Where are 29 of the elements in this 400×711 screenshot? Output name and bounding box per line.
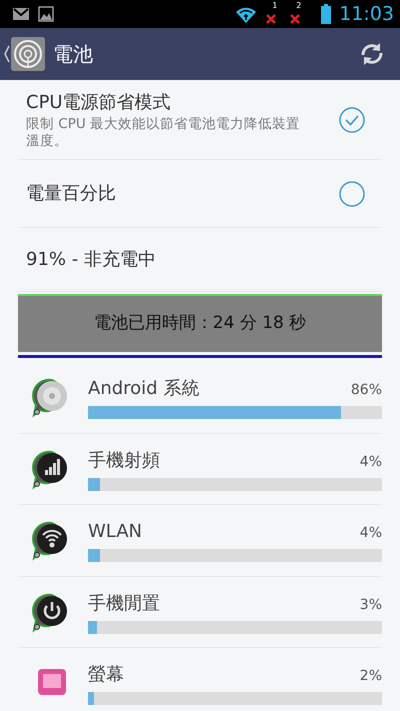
back-button[interactable]: [4, 37, 45, 71]
wifi-icon: [235, 5, 258, 23]
clock-time: 11:03: [339, 2, 394, 27]
mail-icon: [12, 6, 30, 22]
setting-title: 電量百分比: [26, 182, 117, 206]
no-signal-icon: [289, 13, 302, 25]
setting-summary: 限制 CPU 最大效能以節省電池電力降低裝置溫度。: [26, 116, 302, 150]
image-icon: [38, 6, 54, 22]
usage-percent: 4%: [360, 452, 382, 472]
setting-title: CPU電源節省模式: [26, 91, 172, 116]
setting-title: 91% - 非充電中: [26, 248, 157, 272]
app-name: 螢幕: [88, 663, 124, 688]
no-signal-icon: [265, 13, 278, 25]
checkbox[interactable]: [338, 180, 366, 208]
sim-number: 1: [272, 2, 278, 10]
checkbox[interactable]: [338, 106, 366, 134]
usage-percent: 2%: [360, 667, 382, 686]
app-name: Android 系統: [88, 377, 200, 402]
usage-percent: 3%: [360, 596, 382, 615]
sim-number: 2: [296, 2, 302, 10]
settings-app-icon: [11, 37, 45, 71]
usage-time-text: 電池已用時間：24 分 18 秒: [94, 312, 306, 336]
usage-percent: 86%: [350, 381, 382, 400]
battery-icon: [321, 4, 332, 24]
app-name: 手機射頻: [88, 448, 160, 473]
app-name: 手機閒置: [88, 592, 160, 616]
page-title: 電池: [53, 41, 94, 68]
app-name: WLAN: [88, 520, 142, 544]
usage-percent: 4%: [360, 524, 382, 544]
